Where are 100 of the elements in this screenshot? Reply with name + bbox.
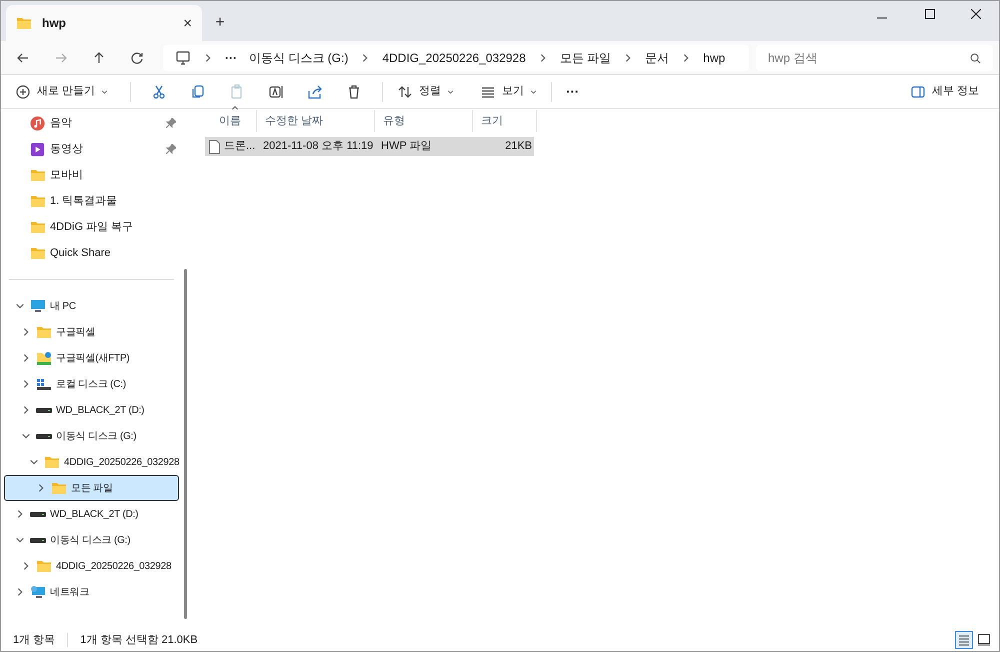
item-count: 1개 항목 bbox=[13, 632, 56, 648]
drive-icon bbox=[30, 512, 46, 516]
quick-access-label: 동영상 bbox=[50, 142, 84, 157]
quick-access-item[interactable]: 음악 bbox=[1, 110, 182, 136]
quick-access-label: 1. 틱톡결과물 bbox=[50, 194, 118, 209]
breadcrumb[interactable]: 4DDIG_20250226_032928 bbox=[382, 48, 526, 66]
table-cell-text: 2021-11-08 오후 11:19 bbox=[262, 139, 374, 154]
tree-item[interactable]: WD_BLACK_2T (D:) bbox=[4, 501, 179, 527]
search-field[interactable]: hwp 검색 bbox=[756, 44, 993, 70]
tree-item[interactable]: 이동식 디스크 (G:) bbox=[4, 527, 179, 553]
tree-item-label: WD_BLACK_2T (D:) bbox=[50, 508, 138, 522]
details-view-button[interactable] bbox=[955, 631, 973, 649]
column-header[interactable]: 수정한 날짜 bbox=[257, 110, 375, 132]
share-icon[interactable] bbox=[307, 84, 324, 100]
tree-item-label: 구글픽셀 bbox=[56, 326, 96, 340]
tree-item-label: 구글픽셀(새FTP) bbox=[56, 352, 130, 366]
folder-icon bbox=[30, 246, 46, 260]
chevron-right-icon bbox=[15, 509, 25, 519]
file-icon bbox=[209, 140, 220, 154]
breadcrumb[interactable]: 문서 bbox=[645, 48, 670, 66]
breadcrumb[interactable]: 이동식 디스크 (G:) bbox=[249, 48, 348, 66]
pin-icon bbox=[166, 118, 176, 128]
quick-access-item[interactable]: 동영상 bbox=[1, 136, 182, 162]
rename-icon[interactable] bbox=[268, 84, 284, 100]
sort-button[interactable]: 정렬 bbox=[393, 83, 458, 100]
chevron-down-icon bbox=[15, 301, 25, 311]
tab[interactable]: hwp × bbox=[6, 5, 202, 41]
chevron-down-icon bbox=[29, 457, 39, 467]
new-button[interactable]: 새로 만들기 bbox=[15, 83, 120, 100]
folder-icon bbox=[36, 559, 52, 573]
tab-title: hwp bbox=[42, 15, 67, 32]
tree-item-label: 네트워크 bbox=[50, 586, 90, 600]
view-button[interactable]: 보기 bbox=[476, 83, 542, 100]
tree-item-label: WD_BLACK_2T (D:) bbox=[56, 404, 144, 418]
overflow-button[interactable]: ··· bbox=[225, 48, 237, 66]
plus-circle-icon[interactable] bbox=[15, 84, 31, 100]
chevron-right-icon bbox=[21, 405, 31, 415]
tree-item-label: 이동식 디스크 (G:) bbox=[50, 534, 130, 548]
folder-icon bbox=[44, 455, 60, 469]
quick-access-item[interactable]: Quick Share bbox=[1, 240, 182, 266]
drive-icon bbox=[36, 408, 52, 412]
table-cell-text: 21KB bbox=[504, 139, 532, 154]
pin-icon bbox=[166, 144, 176, 154]
chevron-right-icon bbox=[21, 379, 31, 389]
monitor-icon[interactable] bbox=[175, 50, 191, 66]
breadcrumb[interactable]: hwp bbox=[703, 48, 726, 66]
table-cell-text: HWP 파일 bbox=[380, 139, 433, 154]
column-header[interactable]: 크기 bbox=[473, 110, 537, 132]
selection-info: 1개 항목 선택함 21.0KB bbox=[80, 632, 198, 648]
tree-item[interactable]: 이동식 디스크 (G:) bbox=[4, 423, 179, 449]
quick-access-label: 음악 bbox=[50, 116, 73, 131]
chevron-right-icon bbox=[15, 587, 25, 597]
tree-item[interactable]: 4DDIG_20250226_032928 bbox=[4, 449, 179, 475]
tree-item[interactable]: WD_BLACK_2T (D:) bbox=[4, 397, 179, 423]
more-button[interactable]: ··· bbox=[562, 82, 584, 102]
close-tab-button[interactable]: × bbox=[183, 16, 192, 30]
details-button[interactable]: 세부 정보 bbox=[910, 83, 979, 100]
chevron-right-icon bbox=[21, 327, 31, 337]
drive-icon bbox=[36, 434, 52, 438]
monitor-icon bbox=[30, 299, 46, 313]
quick-access-item[interactable]: 4DDiG 파일 복구 bbox=[1, 214, 182, 240]
cut-icon[interactable] bbox=[151, 84, 168, 100]
tiles-view-icon[interactable] bbox=[977, 633, 991, 647]
tree-item-label: 내 PC bbox=[50, 300, 76, 314]
scrollbar[interactable] bbox=[184, 269, 187, 619]
close-icon[interactable] bbox=[971, 9, 981, 19]
copy-icon[interactable] bbox=[190, 84, 206, 100]
folder-icon bbox=[30, 168, 46, 182]
system-drive-icon bbox=[36, 378, 52, 390]
quick-access-label: 4DDiG 파일 복구 bbox=[50, 220, 134, 235]
chevron-down-icon bbox=[15, 535, 25, 545]
tree-item[interactable]: 네트워크 bbox=[4, 579, 179, 605]
tree-item[interactable]: 모든 파일 bbox=[4, 475, 179, 501]
music-note-icon bbox=[30, 116, 45, 130]
tree-item[interactable]: 내 PC bbox=[4, 293, 179, 319]
network-icon bbox=[30, 584, 46, 600]
search-icon bbox=[970, 52, 981, 64]
tree-item[interactable]: 구글픽셀(새FTP) bbox=[4, 345, 179, 371]
tree-item[interactable]: 구글픽셀 bbox=[4, 319, 179, 345]
tree-item-label: 모든 파일 bbox=[71, 482, 113, 496]
tree-item-label: 4DDIG_20250226_032928 bbox=[64, 456, 180, 470]
tree-item[interactable]: 로컬 디스크 (C:) bbox=[4, 371, 179, 397]
video-icon bbox=[30, 142, 45, 156]
chevron-right-icon bbox=[36, 483, 46, 493]
quick-access-item[interactable]: 1. 틱톡결과물 bbox=[1, 188, 182, 214]
column-header[interactable]: 유형 bbox=[375, 110, 473, 132]
file-row[interactable]: 드론... 2021-11-08 오후 11:19 HWP 파일 21KB bbox=[205, 137, 534, 156]
sort-icon[interactable] bbox=[397, 84, 414, 100]
column-header[interactable]: 이름 bbox=[205, 110, 257, 132]
tree-item[interactable]: 4DDIG_20250226_032928 bbox=[4, 553, 179, 579]
breadcrumb[interactable]: 모든 파일 bbox=[560, 48, 612, 66]
maximize-icon[interactable] bbox=[925, 9, 935, 19]
quick-access-item[interactable]: 모바비 bbox=[1, 162, 182, 188]
tree-item-label: 4DDIG_20250226_032928 bbox=[56, 560, 172, 574]
new-tab-button[interactable]: + bbox=[202, 5, 238, 41]
chevron-right-icon bbox=[21, 353, 31, 363]
refresh-icon[interactable] bbox=[129, 50, 145, 66]
details-pane-icon[interactable] bbox=[910, 84, 926, 100]
drive-icon bbox=[30, 538, 46, 542]
address-bar[interactable]: ··· 이동식 디스크 (G:) 4DDIG_20250226_032928 모든 파일 문서 hwp bbox=[163, 44, 749, 70]
